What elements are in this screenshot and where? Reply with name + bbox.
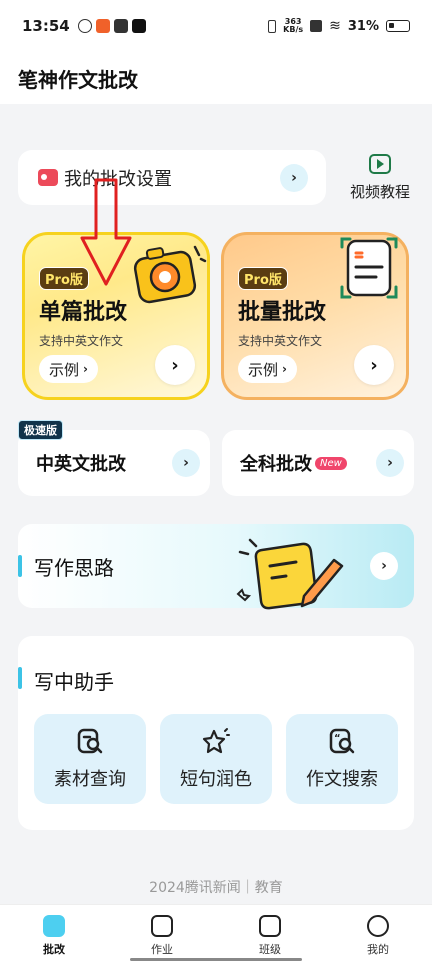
chevron-right-icon: › xyxy=(83,362,88,376)
tool-label: 作文搜索 xyxy=(306,769,378,790)
material-search-icon xyxy=(77,728,103,754)
chevron-right-icon: › xyxy=(280,163,308,192)
batch-grading-card[interactable]: Pro版 批量批改 支持中英文作文 示例 › › xyxy=(221,232,409,400)
nav-item-homework[interactable]: 作业 xyxy=(108,905,216,964)
app-notification-icon xyxy=(95,19,110,33)
my-settings-button[interactable]: 我的批改设置 › xyxy=(18,150,326,205)
camera-icon xyxy=(133,245,207,304)
example-label: 示例 xyxy=(49,360,80,379)
document-scan-icon xyxy=(340,237,398,299)
app-notification-icon xyxy=(77,19,92,33)
writing-assistant-card: 写中助手 素材查询 短句润色 “ 作文搜索 xyxy=(18,636,414,830)
tool-label: 短句润色 xyxy=(180,769,252,790)
single-go-button[interactable]: › xyxy=(155,345,195,385)
app-header: 笔神作文批改 xyxy=(0,52,432,104)
chevron-right-icon: › xyxy=(282,362,287,376)
red-arrow-annotation xyxy=(80,178,132,286)
class-tab-icon xyxy=(259,915,281,937)
section-accent-bar xyxy=(18,667,22,689)
writing-ideas-card[interactable]: 写作思路 › xyxy=(18,524,414,610)
notification-icons xyxy=(77,19,146,33)
tool-material-search[interactable]: 素材查询 xyxy=(34,714,146,804)
sparkle-polish-icon xyxy=(202,728,230,754)
homework-tab-icon xyxy=(151,915,173,937)
all-subjects-grading-card[interactable]: 全科批改 New › xyxy=(222,430,414,496)
status-bar: 13:54 363 KB/s ≋ 31% xyxy=(0,0,432,52)
video-tutorial-button[interactable]: 视频教程 xyxy=(340,150,420,205)
home-indicator[interactable] xyxy=(130,958,302,961)
profile-tab-icon xyxy=(367,915,389,937)
chevron-right-icon: › xyxy=(172,449,200,477)
nav-label: 我的 xyxy=(367,943,389,956)
signal-off-icon xyxy=(310,20,323,32)
footer-text: 2024腾讯新闻｜教育 xyxy=(149,880,283,896)
assistant-header: 写中助手 xyxy=(18,666,114,695)
page-title: 笔神作文批改 xyxy=(18,67,138,92)
nav-label: 作业 xyxy=(151,943,173,956)
single-example-button[interactable]: 示例 › xyxy=(39,355,98,383)
wifi-icon: ≋ xyxy=(329,18,341,34)
battery-percent: 31% xyxy=(347,18,379,34)
chevron-right-icon: › xyxy=(370,552,398,580)
nav-label: 班级 xyxy=(259,943,281,956)
essay-search-icon: “ xyxy=(329,728,355,754)
new-badge: New xyxy=(315,456,347,470)
pro-badge: Pro版 xyxy=(238,267,288,290)
writing-ideas-title: 写作思路 xyxy=(34,555,114,580)
status-time: 13:54 xyxy=(22,17,70,35)
batch-example-button[interactable]: 示例 › xyxy=(238,355,297,383)
battery-icon xyxy=(386,20,410,32)
bottom-nav: 批改 作业 班级 我的 xyxy=(0,904,432,964)
batch-go-button[interactable]: › xyxy=(354,345,394,385)
nav-item-mine[interactable]: 我的 xyxy=(324,905,432,964)
cn-en-grading-title: 中英文批改 xyxy=(36,454,126,475)
section-accent-bar xyxy=(18,555,22,577)
assistant-title: 写中助手 xyxy=(34,670,114,694)
mail-icon xyxy=(113,19,128,33)
tool-essay-search[interactable]: “ 作文搜索 xyxy=(286,714,398,804)
tool-label: 素材查询 xyxy=(54,769,126,790)
example-label: 示例 xyxy=(248,360,279,379)
chevron-right-icon: › xyxy=(376,449,404,477)
nav-item-grading[interactable]: 批改 xyxy=(0,905,108,964)
nav-label: 批改 xyxy=(43,943,65,956)
grading-tab-icon xyxy=(43,915,65,937)
nav-item-class[interactable]: 班级 xyxy=(216,905,324,964)
net-speed-unit: KB/s xyxy=(283,25,304,34)
note-pencil-icon xyxy=(236,538,344,610)
net-speed: 363 KB/s xyxy=(283,18,303,34)
play-video-icon xyxy=(369,154,391,174)
settings-card-icon xyxy=(38,169,58,186)
all-subjects-title: 全科批改 xyxy=(240,454,312,475)
tool-sentence-polish[interactable]: 短句润色 xyxy=(160,714,272,804)
fast-version-badge: 极速版 xyxy=(18,420,63,440)
status-right: 363 KB/s ≋ 31% xyxy=(268,18,410,34)
vibrate-icon xyxy=(268,19,277,33)
tiktok-icon xyxy=(131,19,146,33)
video-tutorial-label: 视频教程 xyxy=(349,183,410,201)
